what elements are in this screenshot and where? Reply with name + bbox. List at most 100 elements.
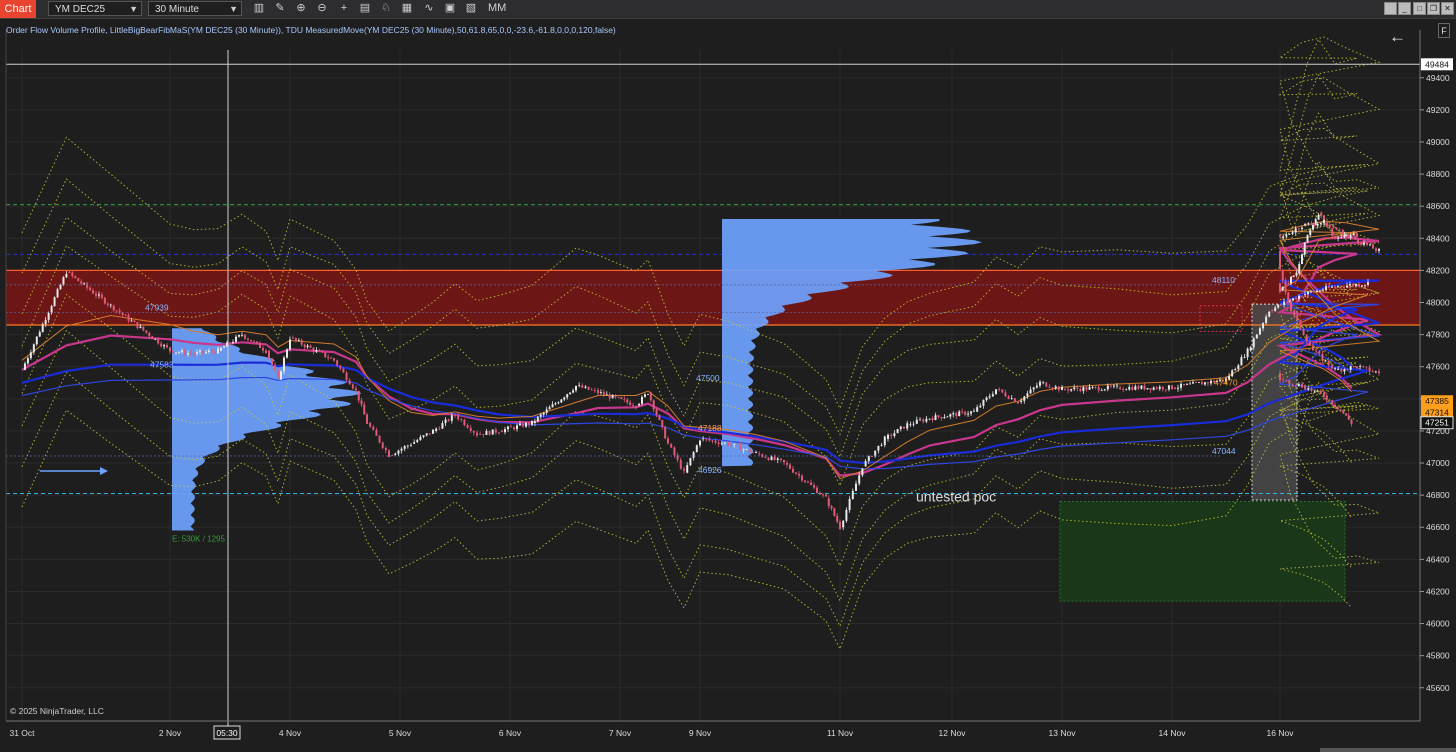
candle-body (1301, 254, 1303, 265)
candle-body (1338, 229, 1341, 231)
candle-body (1291, 232, 1294, 234)
candle-body (291, 337, 294, 339)
candle-body (1295, 272, 1298, 276)
candle-body (1189, 383, 1191, 385)
candle-body (1288, 233, 1291, 235)
properties-icon[interactable]: ▣ (443, 1, 457, 16)
candle-body (861, 468, 864, 476)
candle-body (652, 400, 655, 410)
zoom-in-icon[interactable]: ⊕ (294, 1, 308, 16)
candle-body (262, 347, 264, 351)
price-label: 47314 (1425, 408, 1449, 418)
candle-body (1308, 341, 1311, 346)
bar-type-icon[interactable]: ▥ (252, 1, 266, 16)
candle-body (229, 342, 231, 344)
candle-body (822, 494, 824, 496)
restore-down-icon[interactable]: ❐ (1427, 2, 1440, 15)
candle-body (522, 423, 524, 427)
candle-body (47, 313, 50, 320)
candle-body (1318, 351, 1321, 354)
candle-body (97, 294, 100, 296)
candle-body (998, 389, 1001, 390)
candle-body (1103, 389, 1106, 391)
candle-body (1231, 370, 1234, 377)
candle-body (590, 389, 593, 391)
indicators-icon[interactable]: ∿ (422, 1, 436, 16)
instrument-selector[interactable]: YM DEC25 ▼ (48, 1, 142, 16)
back-arrow-icon[interactable]: ← (1389, 27, 1406, 47)
candle-body (1064, 389, 1067, 390)
candle-body (381, 442, 384, 448)
candle-body (410, 444, 412, 446)
mm-button[interactable]: MM (488, 1, 506, 16)
candle-body (112, 305, 115, 311)
candle-body (454, 415, 456, 417)
chart-trader-icon[interactable]: ▦ (400, 1, 414, 16)
candle-body (309, 345, 312, 348)
candle-body (679, 459, 682, 469)
candle-body (525, 422, 527, 427)
candle-body (833, 508, 836, 516)
candle-body (220, 347, 222, 351)
templates-icon[interactable]: ▧ (464, 1, 478, 16)
candle-body (1094, 386, 1097, 388)
price-chart[interactable]: 47939 47583 47500 47188 46926 48110 47470 47044… (0, 19, 1456, 752)
candle-body (1341, 229, 1344, 236)
y-tick-label: 49000 (1426, 137, 1450, 147)
candle-body (629, 402, 632, 406)
candle-body (649, 392, 652, 401)
candle-body (1348, 235, 1350, 237)
minimize-icon[interactable]: _ (1398, 2, 1411, 15)
candle-body (670, 443, 673, 448)
close-icon[interactable]: ✕ (1441, 2, 1454, 15)
candle-body (686, 465, 689, 473)
side-panel-button[interactable]: F (1438, 23, 1450, 38)
candle-body (1294, 385, 1297, 387)
candle-body (103, 297, 106, 304)
candle-body (187, 353, 189, 355)
candle-body (294, 337, 297, 341)
candle-body (742, 449, 745, 451)
candle-body (1310, 388, 1313, 391)
candle-body (479, 434, 482, 435)
candle-body (348, 380, 351, 385)
candle-body (1085, 387, 1088, 390)
maximize-icon[interactable]: □ (1413, 2, 1426, 15)
restore-icon[interactable] (1384, 2, 1397, 15)
crosshair-icon[interactable]: + (337, 1, 351, 16)
candle-body (413, 442, 416, 444)
pencil-icon[interactable]: ✎ (273, 1, 287, 16)
candle-body (795, 472, 797, 474)
candle-body (74, 276, 77, 279)
candle-body (388, 450, 390, 457)
candle-body (1073, 387, 1076, 389)
candle-body (416, 440, 419, 443)
candle-body (1335, 227, 1338, 230)
candle-body (1143, 385, 1146, 390)
data-box-icon[interactable]: ▤ (358, 1, 372, 16)
level-label: 47500 (696, 373, 720, 383)
candle-body (819, 493, 821, 495)
candle-body (1029, 389, 1032, 394)
candle-body (581, 385, 584, 388)
candle-body (887, 434, 889, 439)
y-tick-label: 45600 (1426, 683, 1450, 693)
candle-body (1314, 219, 1317, 225)
zoom-out-icon[interactable]: ⊖ (315, 1, 329, 16)
chart-tab[interactable]: Chart (0, 0, 36, 18)
candle-body (976, 407, 979, 412)
candle-body (175, 352, 177, 354)
strategies-icon[interactable]: ♘ (379, 1, 393, 16)
candle-body (466, 425, 469, 428)
candle-body (1336, 406, 1339, 410)
candle-body (1299, 319, 1302, 329)
candle-body (730, 443, 733, 445)
candle-body (810, 482, 812, 486)
candle-body (1177, 387, 1179, 389)
candle-body (133, 320, 136, 323)
candle-body (1279, 235, 1281, 237)
interval-selector[interactable]: 30 Minute ▼ (148, 1, 242, 16)
candle-body (1082, 387, 1085, 391)
candle-body (1313, 224, 1316, 226)
candle-body (1369, 244, 1371, 246)
